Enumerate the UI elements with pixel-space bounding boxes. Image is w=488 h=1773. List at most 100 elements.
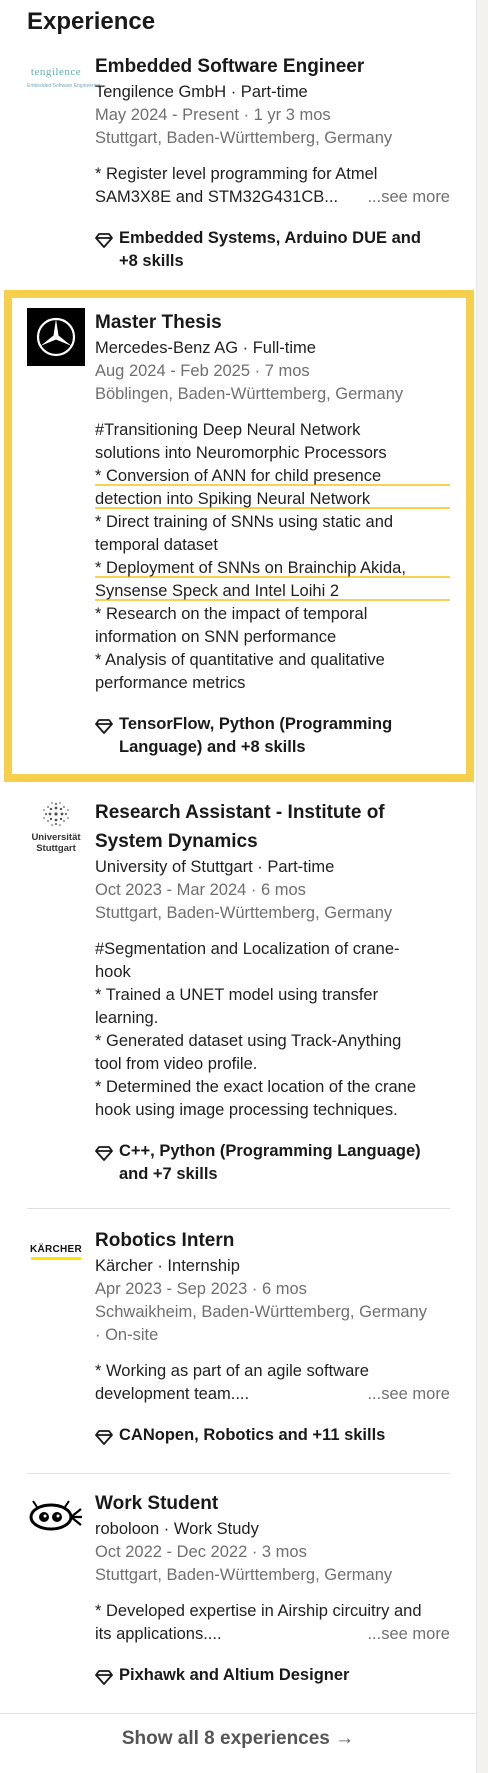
karcher-logo-bar (31, 1257, 81, 1260)
uni-stuttgart-emblem-icon (43, 802, 69, 826)
desc-line: * Direct training of SNNs using static a… (95, 513, 394, 531)
skills-text: C++, Python (Programming Language) (119, 1142, 421, 1160)
location: Stuttgart, Baden-Württemberg, Germany (95, 904, 393, 922)
skills-text: CANopen, Robotics and +11 skills (119, 1426, 386, 1444)
company-line: Tengilence GmbH · Part-time (95, 83, 308, 101)
job-title-cont[interactable]: System Dynamics (95, 827, 450, 856)
divider (27, 1208, 450, 1209)
diamond-skill-icon (95, 233, 113, 248)
skills-row[interactable]: Pixhawk and Altium Designer (95, 1664, 450, 1687)
desc-line: #Transitioning Deep Neural Network (95, 421, 361, 439)
job-description: * Developed expertise in Airship circuit… (95, 1600, 450, 1646)
date-range: May 2024 - Present · 1 yr 3 mos (95, 106, 331, 124)
job-title[interactable]: Research Assistant - Institute of (95, 798, 450, 827)
entry-content: Embedded Software Engineer Tengilence Gm… (95, 52, 450, 273)
company-line: University of Stuttgart · Part-time (95, 858, 335, 876)
desc-line: hook (95, 963, 131, 981)
desc-line: hook using image processing techniques. (95, 1101, 398, 1119)
skills-row[interactable]: TensorFlow, Python (Programming Language… (95, 713, 450, 759)
date-range: Oct 2023 - Mar 2024 · 6 mos (95, 881, 306, 899)
job-description: * Working as part of an agile software d… (95, 1360, 450, 1406)
karcher-logo[interactable]: KÄRCHER (27, 1226, 85, 1266)
see-more-link[interactable]: ...see more (361, 1623, 450, 1646)
divider (27, 1473, 450, 1474)
job-title[interactable]: Master Thesis (95, 308, 450, 337)
desc-line: * Working as part of an agile software (95, 1362, 369, 1380)
desc-line: performance metrics (95, 674, 246, 692)
tengilence-logo-text: tengilence (30, 66, 82, 78)
location: Böblingen, Baden-Württemberg, Germany (95, 385, 404, 403)
job-description: * Register level programming for Atmel S… (95, 163, 450, 209)
skills-text: Embedded Systems, Arduino DUE and (119, 229, 421, 247)
desc-line-last: development team.... ...see more (95, 1383, 450, 1406)
entry-content: Work Student roboloon · Work Study Oct 2… (95, 1489, 450, 1687)
diamond-skill-icon (95, 719, 113, 734)
desc-line-highlighted: Synsense Speck and Intel Loihi 2 (95, 580, 450, 603)
desc-line: * Developed expertise in Airship circuit… (95, 1602, 422, 1620)
entry-content: Research Assistant - Institute of System… (95, 798, 450, 1186)
roboloon-logo[interactable] (27, 1495, 85, 1539)
tengilence-logo-subtext: Embedded Software Engineering (27, 83, 101, 89)
page-background (477, 0, 488, 1773)
uni-stuttgart-logo[interactable]: Universität Stuttgart (27, 798, 85, 860)
job-title[interactable]: Embedded Software Engineer (95, 52, 450, 81)
mercedes-star-icon (36, 317, 76, 357)
diamond-skill-icon (95, 1430, 113, 1445)
desc-line: * Analysis of quantitative and qualitati… (95, 651, 385, 669)
company-line: Mercedes-Benz AG · Full-time (95, 339, 316, 357)
desc-line: * Trained a UNET model using transfer (95, 986, 379, 1004)
company-line: roboloon · Work Study (95, 1520, 259, 1538)
desc-line: * Generated dataset using Track-Anything (95, 1032, 402, 1050)
entry-content: Robotics Intern Kärcher · Internship Apr… (95, 1226, 450, 1447)
skills-text: TensorFlow, Python (Programming (119, 715, 393, 733)
desc-line-last: SAM3X8E and STM32G431CB... ...see more (95, 186, 450, 209)
section-title: Experience (27, 8, 156, 35)
skills-row[interactable]: CANopen, Robotics and +11 skills (95, 1424, 450, 1447)
see-more-link[interactable]: ...see more (361, 1383, 450, 1406)
uni-stuttgart-logo-text: Universität Stuttgart (31, 832, 81, 854)
skills-text: Language) and +8 skills (119, 738, 306, 756)
desc-line: its applications.... (95, 1625, 222, 1643)
desc-line: #Segmentation and Localization of crane- (95, 940, 400, 958)
company-line: Kärcher · Internship (95, 1257, 240, 1275)
desc-line: * Register level programming for Atmel (95, 165, 378, 183)
job-title[interactable]: Robotics Intern (95, 1226, 450, 1255)
skills-text: and +7 skills (119, 1165, 218, 1183)
date-range: Oct 2022 - Dec 2022 · 3 mos (95, 1543, 307, 1561)
location: Stuttgart, Baden-Württemberg, Germany (95, 1566, 393, 1584)
location: Schwaikheim, Baden-Württemberg, Germany (95, 1303, 427, 1321)
mercedes-logo[interactable] (27, 308, 85, 366)
desc-line: learning. (95, 1009, 159, 1027)
roboloon-blimp-icon (29, 1500, 82, 1531)
job-title[interactable]: Work Student (95, 1489, 450, 1518)
skills-text: Pixhawk and Altium Designer (119, 1666, 350, 1684)
location: Stuttgart, Baden-Württemberg, Germany (95, 129, 393, 147)
desc-line-last: its applications.... ...see more (95, 1623, 450, 1646)
experience-card: Experience tengilence Embedded Software … (0, 0, 477, 1773)
diamond-skill-icon (95, 1146, 113, 1161)
desc-line: SAM3X8E and STM32G431CB... (95, 188, 339, 206)
desc-line-highlighted: * Conversion of ANN for child presence (95, 465, 450, 488)
date-range: Apr 2023 - Sep 2023 · 6 mos (95, 1280, 307, 1298)
desc-line: * Research on the impact of temporal (95, 605, 368, 623)
skills-row[interactable]: C++, Python (Programming Language) and +… (95, 1140, 450, 1186)
karcher-logo-text: KÄRCHER (29, 1244, 83, 1255)
desc-line-highlighted: detection into Spiking Neural Network (95, 488, 450, 511)
entry-content: Master Thesis Mercedes-Benz AG · Full-ti… (95, 308, 450, 759)
skills-row[interactable]: Embedded Systems, Arduino DUE and +8 ski… (95, 227, 450, 273)
tengilence-logo[interactable]: tengilence Embedded Software Engineering (27, 54, 101, 104)
desc-line: information on SNN performance (95, 628, 337, 646)
desc-line: temporal dataset (95, 536, 218, 554)
desc-line: solutions into Neuromorphic Processors (95, 444, 387, 462)
desc-line: tool from video profile. (95, 1055, 258, 1073)
see-more-link[interactable]: ...see more (361, 186, 450, 209)
desc-line-highlighted: * Deployment of SNNs on Brainchip Akida, (95, 557, 450, 580)
location-type: · On-site (95, 1326, 159, 1344)
diamond-skill-icon (95, 1670, 113, 1685)
job-description: #Segmentation and Localization of crane-… (95, 938, 450, 1122)
desc-line: development team.... (95, 1385, 250, 1403)
date-range: Aug 2024 - Feb 2025 · 7 mos (95, 362, 310, 380)
skills-text: +8 skills (119, 252, 184, 270)
job-description: #Transitioning Deep Neural Network solut… (95, 419, 450, 695)
show-all-experiences-button[interactable]: Show all 8 experiences → (0, 1713, 476, 1764)
